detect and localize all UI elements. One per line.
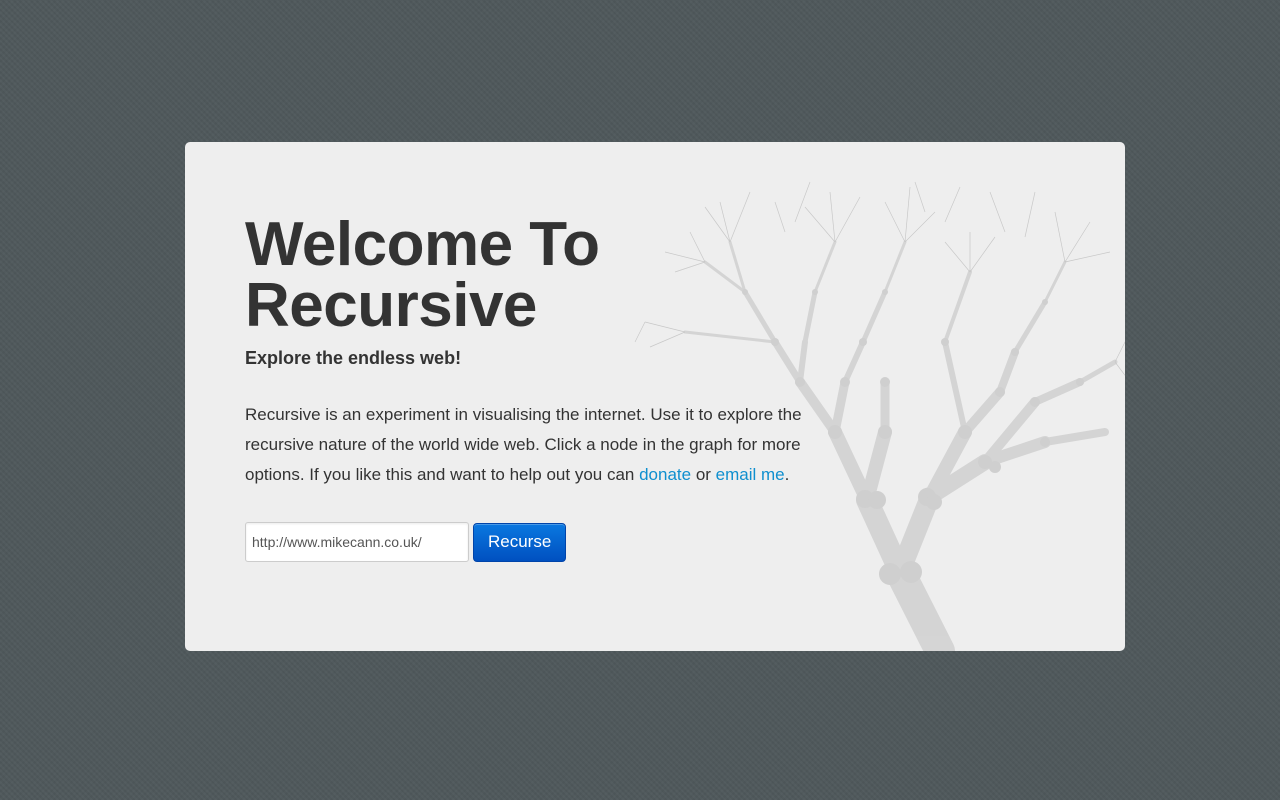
email-link[interactable]: email me	[716, 465, 785, 484]
hero-content: Welcome To Recursive Explore the endless…	[245, 214, 865, 490]
description-text-after: .	[784, 465, 790, 484]
recurse-form: Recurse	[245, 522, 567, 562]
page-title-line1: Welcome To	[245, 210, 600, 279]
donate-link[interactable]: donate	[639, 465, 691, 484]
page-title-line2: Recursive	[245, 271, 537, 340]
description-text-between: or	[691, 465, 716, 484]
description-paragraph: Recursive is an experiment in visualisin…	[245, 400, 845, 490]
url-input[interactable]	[245, 522, 469, 562]
recurse-button[interactable]: Recurse	[473, 522, 567, 562]
page-title: Welcome To Recursive	[245, 214, 865, 337]
page-subtitle: Explore the endless web!	[245, 348, 462, 368]
welcome-panel: Welcome To Recursive Explore the endless…	[185, 142, 1125, 651]
